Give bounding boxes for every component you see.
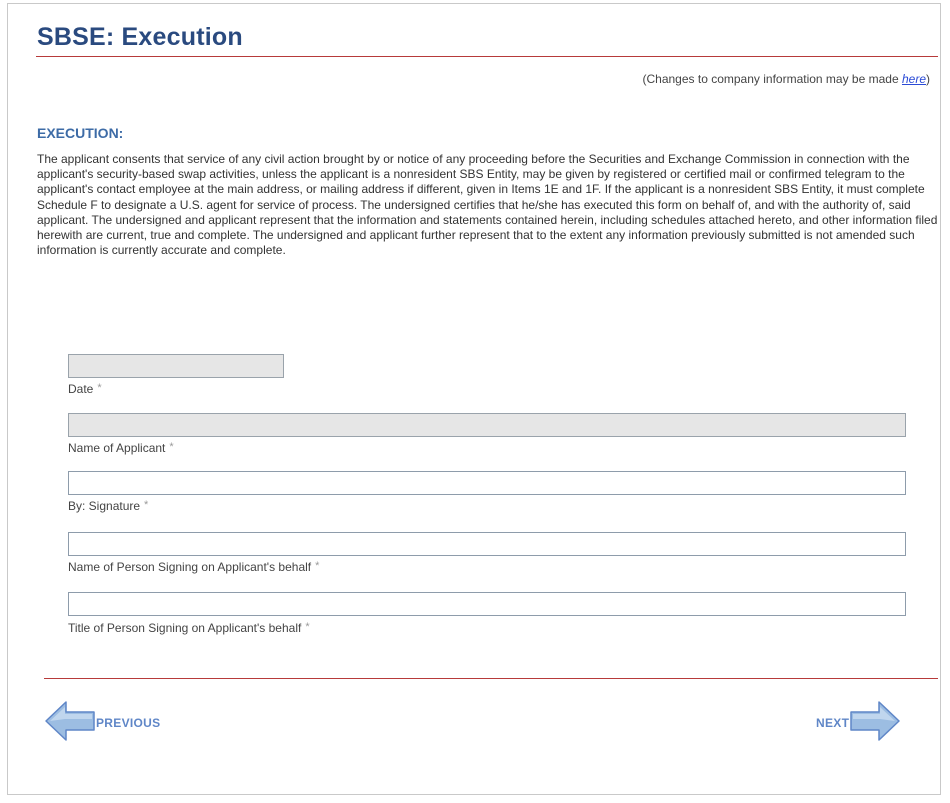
title-of-person-label-text: Title of Person Signing on Applicant's b…: [68, 621, 302, 635]
signature-field[interactable]: [68, 471, 906, 495]
date-field[interactable]: [68, 354, 284, 378]
date-label: Date *: [68, 382, 102, 396]
date-required-mark: *: [97, 382, 102, 394]
name-of-person-label-text: Name of Person Signing on Applicant's be…: [68, 560, 312, 574]
name-of-applicant-label: Name of Applicant *: [68, 441, 174, 455]
signature-required-mark: *: [144, 499, 149, 511]
previous-label: PREVIOUS: [96, 716, 161, 730]
next-label: NEXT: [816, 716, 850, 730]
title-of-person-field[interactable]: [68, 592, 906, 616]
changes-note: (Changes to company information may be m…: [643, 72, 931, 86]
name-of-applicant-required-mark: *: [169, 441, 174, 453]
page-frame: SBSE: Execution (Changes to company info…: [7, 3, 941, 795]
right-arrow-icon: [849, 699, 901, 748]
name-of-person-field[interactable]: [68, 532, 906, 556]
name-of-person-label: Name of Person Signing on Applicant's be…: [68, 560, 319, 574]
title-of-person-required-mark: *: [305, 621, 310, 633]
signature-label-text: By: Signature: [68, 499, 141, 513]
name-of-person-required-mark: *: [315, 560, 320, 572]
name-of-applicant-field[interactable]: [68, 413, 906, 437]
section-heading: EXECUTION:: [37, 125, 124, 141]
name-of-applicant-label-text: Name of Applicant: [68, 441, 166, 455]
changes-note-suffix: ): [926, 72, 930, 86]
date-label-text: Date: [68, 382, 94, 396]
next-button[interactable]: NEXT: [816, 699, 901, 748]
left-arrow-icon: [44, 699, 96, 748]
previous-button[interactable]: PREVIOUS: [44, 699, 161, 748]
page-title: SBSE: Execution: [37, 23, 243, 51]
signature-label: By: Signature *: [68, 499, 148, 513]
changes-here-link[interactable]: here: [902, 72, 926, 86]
changes-note-prefix: (Changes to company information may be m…: [642, 72, 902, 86]
title-divider: [36, 56, 938, 57]
footer-divider: [44, 678, 938, 679]
title-of-person-label: Title of Person Signing on Applicant's b…: [68, 621, 310, 635]
consent-text: The applicant consents that service of a…: [37, 152, 938, 258]
